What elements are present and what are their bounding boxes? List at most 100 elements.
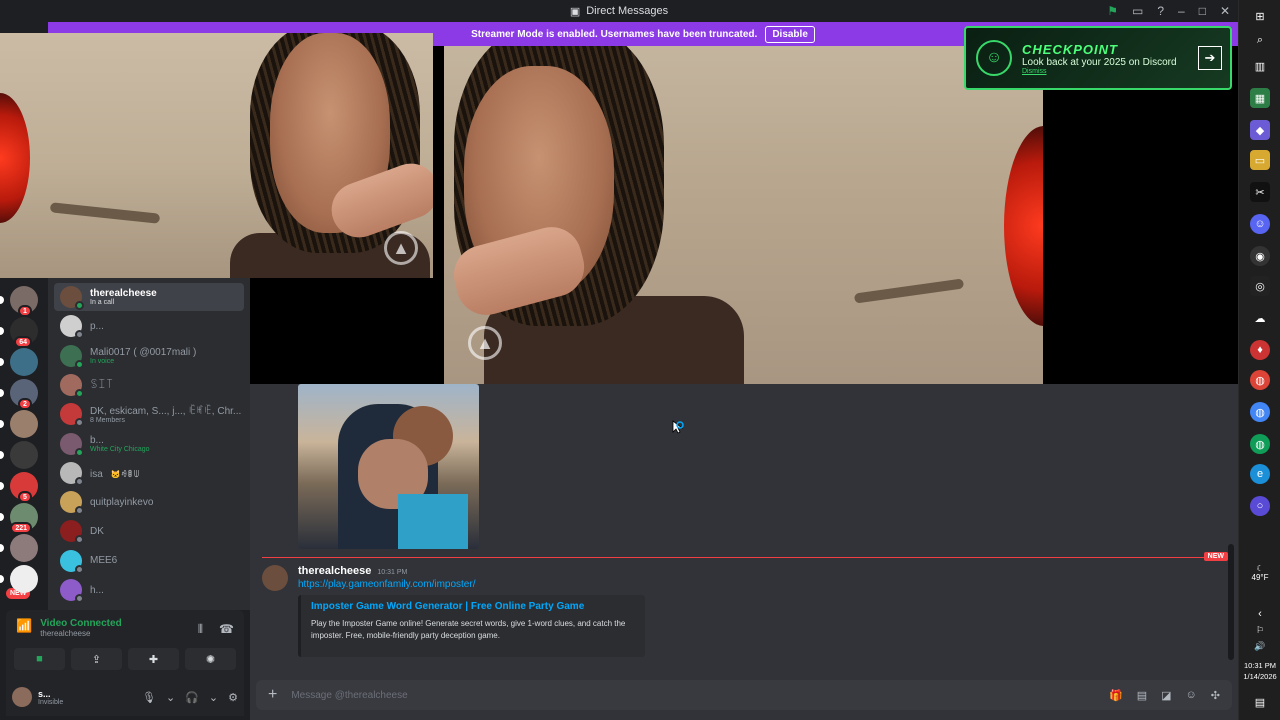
noise-suppression-icon[interactable]: ⦀: [198, 622, 203, 637]
notification-icon[interactable]: ▤: [1250, 692, 1270, 712]
voice-panel: 📶 Video Connected therealcheese ⦀ ☎ ■ ⇪ …: [6, 610, 244, 678]
dm-subtext: 8 Members: [90, 417, 126, 425]
dm-item[interactable]: h...: [54, 576, 244, 604]
avatar[interactable]: [262, 565, 288, 591]
status-dot: [75, 535, 84, 545]
camera-button[interactable]: ■: [14, 648, 65, 670]
apps-icon[interactable]: ✣: [1211, 689, 1220, 702]
embed-description: Play the Imposter Game online! Generate …: [311, 619, 626, 640]
video-tile-pip[interactable]: ▲: [0, 33, 433, 278]
server-icon[interactable]: [10, 565, 38, 593]
avatar: [60, 373, 84, 398]
dm-item[interactable]: MEE6: [54, 547, 244, 575]
app-icon[interactable]: ○: [1250, 496, 1270, 516]
server-icon[interactable]: [10, 348, 38, 376]
dm-item[interactable]: quitplayinkevo: [54, 488, 244, 516]
chevron-down-icon[interactable]: ⌄: [209, 691, 218, 704]
discord-icon[interactable]: ☺: [1250, 214, 1270, 234]
status-dot: [75, 359, 84, 369]
dm-item[interactable]: therealcheese In a call: [54, 283, 244, 311]
app-icon[interactable]: ♦: [1250, 340, 1270, 360]
checkpoint-card[interactable]: ☺ CHECKPOINT Look back at your 2025 on D…: [964, 26, 1232, 90]
search-icon[interactable]: ⌕: [1250, 30, 1270, 50]
avatar: [60, 315, 84, 340]
start-icon[interactable]: ⊞: [1250, 6, 1270, 26]
activities-button[interactable]: ✚: [128, 648, 179, 670]
mention-badge: 64: [14, 336, 32, 348]
server-icon[interactable]: 5: [10, 472, 38, 503]
copilot-icon[interactable]: ◆: [1250, 120, 1270, 140]
app-icon[interactable]: ☁: [1250, 308, 1270, 328]
message-timestamp: 10:31 PM: [377, 569, 408, 576]
chrome-icon[interactable]: ◍: [1250, 402, 1270, 422]
dm-tag: 🐱ꆂꂦꅐ: [110, 469, 140, 479]
voice-status[interactable]: Video Connected: [40, 618, 122, 629]
server-icon[interactable]: [10, 410, 38, 438]
flag-icon[interactable]: ⚑: [1107, 4, 1118, 18]
edge-icon[interactable]: e: [1250, 464, 1270, 484]
screen-share-button[interactable]: ⇪: [71, 648, 122, 670]
weather-widget[interactable]: ☾ 49°F: [1239, 564, 1280, 582]
message-author[interactable]: therealcheese: [298, 565, 371, 577]
dm-item[interactable]: DK: [54, 517, 244, 545]
unread-pill: [0, 451, 4, 459]
arrow-right-icon[interactable]: ➔: [1198, 46, 1222, 70]
avatar[interactable]: [12, 687, 32, 707]
message-placeholder: Message @therealcheese: [291, 689, 408, 701]
video-tile-main[interactable]: ▲: [444, 46, 1043, 384]
server-icon[interactable]: 1: [10, 286, 38, 317]
server-icon[interactable]: [10, 441, 38, 469]
inbox-icon[interactable]: ▭: [1132, 4, 1143, 18]
microphone-icon[interactable]: 🎙: [142, 691, 156, 704]
dm-item[interactable]: Mali0017 ( @0017mali ) In voice: [54, 342, 244, 370]
avatar: [60, 520, 84, 545]
dm-item[interactable]: ꌗꀤ꓄: [54, 371, 244, 399]
sticker-icon[interactable]: ◪: [1161, 689, 1171, 702]
ceiling-fan: [49, 202, 161, 224]
server-rail: NEW 1 64 2 5 221: [0, 278, 48, 610]
chevron-down-icon[interactable]: ⌄: [166, 691, 175, 704]
store-icon[interactable]: ▦: [1250, 88, 1270, 108]
message-link[interactable]: https://play.gameonfamily.com/imposter/: [298, 579, 475, 590]
minimize-button[interactable]: –: [1178, 4, 1185, 18]
emoji-icon[interactable]: ☺: [1186, 689, 1197, 702]
capcut-icon[interactable]: ✂: [1250, 182, 1270, 202]
headphones-icon[interactable]: 🎧: [185, 691, 199, 704]
app-icon[interactable]: ◎: [1250, 276, 1270, 296]
folder-icon[interactable]: ▭: [1250, 150, 1270, 170]
clock[interactable]: 10:31 PM 1/14/2026: [1239, 660, 1280, 682]
unread-pill: [0, 544, 4, 552]
dm-item[interactable]: p...: [54, 312, 244, 340]
disable-button[interactable]: Disable: [765, 25, 815, 43]
server-icon[interactable]: 64: [10, 317, 38, 348]
server-icon[interactable]: 221: [10, 503, 38, 534]
avatar: [60, 549, 84, 574]
message-input[interactable]: + Message @therealcheese 🎁 ▤ ◪ ☺ ✣: [256, 680, 1232, 710]
server-icon[interactable]: 2: [10, 379, 38, 410]
gear-icon[interactable]: ⚙: [228, 691, 238, 704]
embed-title[interactable]: Imposter Game Word Generator | Free Onli…: [311, 601, 635, 612]
chat-scrollbar[interactable]: [1228, 544, 1234, 660]
close-button[interactable]: ✕: [1220, 4, 1230, 18]
task-view-icon[interactable]: ▥: [1250, 56, 1270, 76]
server-icon[interactable]: [10, 534, 38, 562]
dm-item[interactable]: DK, eskicam, S..., j..., ꍟꎭꍟ, Chr... 8 Me…: [54, 400, 244, 428]
obs-icon[interactable]: ◉: [1250, 246, 1270, 266]
gif-attachment[interactable]: [298, 384, 479, 549]
gif-icon[interactable]: ▤: [1137, 689, 1147, 702]
status-dot: [75, 594, 84, 603]
disconnect-icon[interactable]: ☎: [219, 622, 234, 637]
gift-icon[interactable]: 🎁: [1109, 689, 1123, 702]
soundboard-button[interactable]: ✺: [185, 648, 236, 670]
volume-icon[interactable]: 🔊: [1250, 636, 1270, 656]
status-dot: [75, 330, 84, 340]
chrome-icon[interactable]: ◍: [1250, 370, 1270, 390]
dismiss-link[interactable]: Dismiss: [1022, 68, 1177, 75]
status-dot: [75, 506, 84, 516]
help-icon[interactable]: ?: [1157, 4, 1164, 18]
chrome-icon[interactable]: ◍: [1250, 434, 1270, 454]
dm-item[interactable]: isa 🐱ꆂꂦꅐ: [54, 459, 244, 487]
dm-item[interactable]: b... White City Chicago: [54, 430, 244, 458]
plus-icon[interactable]: +: [268, 686, 277, 704]
maximize-button[interactable]: □: [1199, 4, 1206, 18]
